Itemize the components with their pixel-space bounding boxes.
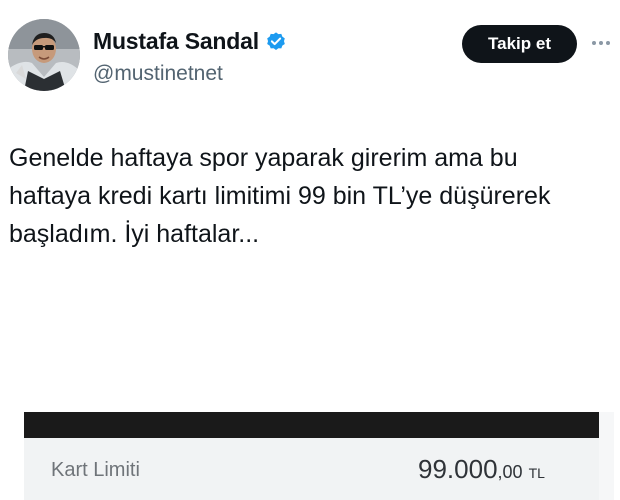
tweet-text: Genelde haftaya spor yaparak girerim ama… (9, 139, 613, 253)
media-dark-header-bar (24, 412, 599, 438)
tweet-media-image[interactable]: Kart Limiti 99.000,00 TL (24, 412, 614, 500)
card-limit-amount: 99.000,00 TL (418, 454, 545, 485)
avatar[interactable] (8, 19, 80, 91)
author-name-row: Mustafa Sandal (93, 28, 287, 55)
card-limit-label: Kart Limiti (51, 459, 140, 481)
follow-button[interactable]: Takip et (462, 25, 577, 63)
tweet-text-line: başladım. İyi haftalar... (9, 220, 260, 248)
amount-currency: TL (528, 465, 545, 481)
tweet-card: Mustafa Sandal @mustinetnet Takip et Gen… (0, 0, 620, 500)
amount-decimal: ,00 (497, 462, 523, 482)
more-horizontal-icon[interactable] (590, 36, 612, 50)
amount-main: 99.000 (418, 454, 498, 484)
tweet-text-line: Genelde haftaya spor yaparak girerim ama… (9, 144, 518, 172)
display-name[interactable]: Mustafa Sandal (93, 28, 259, 55)
verified-badge-icon (265, 31, 287, 53)
author-handle[interactable]: @mustinetnet (93, 62, 223, 86)
tweet-text-line: haftaya kredi kartı limitimi 99 bin TL’y… (9, 182, 551, 210)
